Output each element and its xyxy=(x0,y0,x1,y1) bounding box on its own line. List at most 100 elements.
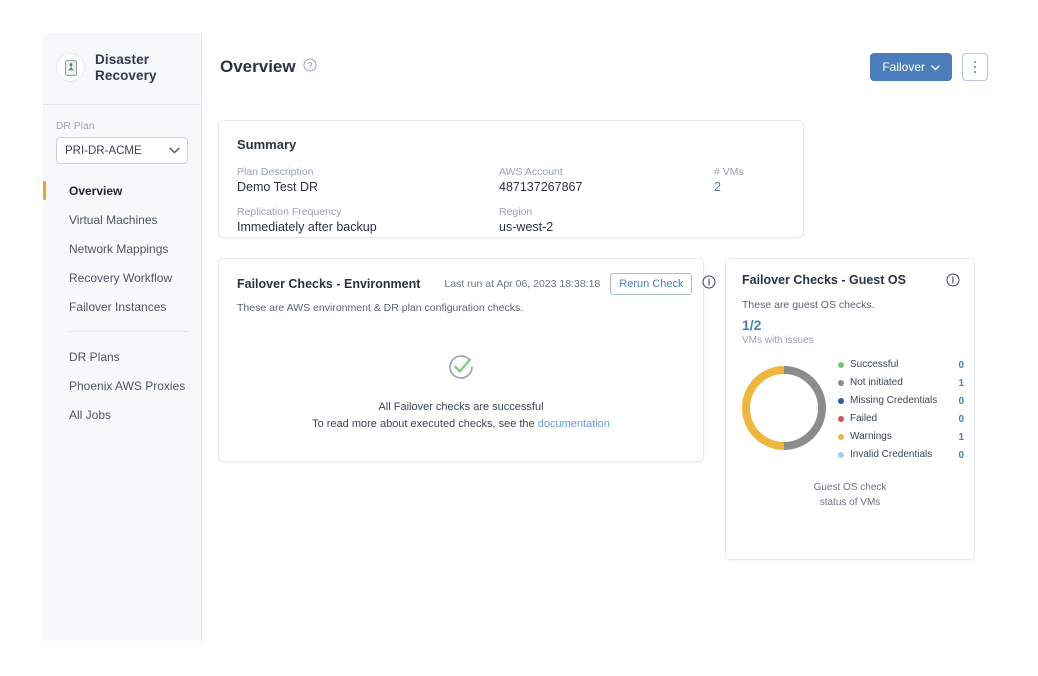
legend-item-failed[interactable]: Failed 0 xyxy=(838,410,964,428)
sidebar-item-label: Virtual Machines xyxy=(69,212,158,227)
legend-item-not-initiated[interactable]: Not initiated 1 xyxy=(838,374,964,392)
drplan-select[interactable]: PRI-DR-ACME xyxy=(56,137,188,164)
summary-field-value: Demo Test DR xyxy=(237,180,319,194)
guest-chart-row: Successful 0 Not initiated 1 Missing Cre… xyxy=(726,346,974,464)
brand-title-line2: Recovery xyxy=(95,67,157,83)
guest-card-header: Failover Checks - Guest OS xyxy=(726,259,974,292)
chevron-down-icon xyxy=(169,145,180,157)
summary-field-replication-frequency: Replication Frequency Immediately after … xyxy=(237,206,499,234)
info-circle-icon[interactable] xyxy=(946,273,960,292)
summary-field-value: us-west-2 xyxy=(499,220,554,234)
sidebar-item-label: All Jobs xyxy=(69,407,112,422)
legend-value: 0 xyxy=(958,395,964,407)
guest-card-subtitle: These are guest OS checks. xyxy=(742,299,875,311)
legend-value: 1 xyxy=(958,431,964,443)
env-status-line1: All Failover checks are successful xyxy=(378,401,544,413)
summary-field-value: 487137267867 xyxy=(499,180,583,194)
sidebar-item-label: Network Mappings xyxy=(69,241,169,256)
env-status-line2-text: To read more about executed checks, see … xyxy=(312,417,535,430)
summary-field-label: AWS Account xyxy=(499,166,563,178)
env-card-subtitle: These are AWS environment & DR plan conf… xyxy=(237,302,524,314)
guest-vms-with-issues-label: VMs with issues xyxy=(742,335,814,346)
legend-dot-icon xyxy=(838,434,844,440)
legend-label: Not initiated xyxy=(850,377,903,389)
legend-label: Missing Credentials xyxy=(850,395,938,407)
legend-dot-icon xyxy=(838,398,844,404)
summary-field-aws-account: AWS Account 487137267867 xyxy=(499,166,714,194)
more-vertical-icon xyxy=(973,60,977,75)
chevron-down-icon xyxy=(931,60,940,74)
sidebar-item-virtual-machines[interactable]: Virtual Machines xyxy=(43,205,201,234)
sidebar-nav-primary: Overview Virtual Machines Network Mappin… xyxy=(43,176,201,321)
failover-button[interactable]: Failover xyxy=(870,53,952,81)
legend-item-warnings[interactable]: Warnings 1 xyxy=(838,428,964,446)
sidebar-item-label: DR Plans xyxy=(69,349,120,364)
info-circle-icon[interactable] xyxy=(702,275,716,294)
summary-field-spacer xyxy=(714,206,785,234)
sidebar: Disaster Recovery DR Plan PRI-DR-ACME Ov… xyxy=(43,33,202,641)
sidebar-item-failover-instances[interactable]: Failover Instances xyxy=(43,292,201,321)
summary-title: Summary xyxy=(237,137,297,152)
sidebar-item-label: Failover Instances xyxy=(69,299,167,314)
help-circle-icon[interactable] xyxy=(303,58,317,77)
brand-title-line1: Disaster xyxy=(95,51,150,67)
env-last-run: Last run at Apr 06, 2023 18:38:18 xyxy=(444,278,601,290)
guest-chart-caption: Guest OS check status of VMs xyxy=(726,464,974,510)
failover-checks-guest-os-card: Failover Checks - Guest OS These are gue… xyxy=(725,258,975,560)
page-header: Overview Failover xyxy=(220,47,988,87)
summary-field-label: Plan Description xyxy=(237,166,314,178)
sidebar-item-dr-plans[interactable]: DR Plans xyxy=(43,342,201,371)
drplan-selected-value: PRI-DR-ACME xyxy=(65,144,142,157)
failover-checks-environment-card: Failover Checks - Environment Last run a… xyxy=(218,258,716,462)
brand-title: Disaster Recovery xyxy=(95,52,157,84)
page-title: Overview xyxy=(220,57,296,76)
guest-os-legend: Successful 0 Not initiated 1 Missing Cre… xyxy=(838,356,964,464)
sidebar-divider xyxy=(69,331,188,332)
sidebar-item-label: Recovery Workflow xyxy=(69,270,173,285)
legend-label: Invalid Credentials xyxy=(850,449,933,461)
legend-value: 0 xyxy=(958,359,964,371)
summary-field-num-vms: # VMs 2 xyxy=(714,166,785,194)
legend-dot-icon xyxy=(838,362,844,368)
sidebar-item-phoenix-aws-proxies[interactable]: Phoenix AWS Proxies xyxy=(43,371,201,400)
summary-field-plan-description: Plan Description Demo Test DR xyxy=(237,166,499,194)
sidebar-item-overview[interactable]: Overview xyxy=(43,176,201,205)
failover-button-label: Failover xyxy=(882,60,925,74)
guest-card-title: Failover Checks - Guest OS xyxy=(742,273,906,287)
legend-dot-icon xyxy=(838,380,844,386)
brand: Disaster Recovery xyxy=(43,33,201,105)
guest-caption-line2: status of VMs xyxy=(819,497,881,508)
legend-item-successful[interactable]: Successful 0 xyxy=(838,356,964,374)
summary-card: Summary Plan Description Demo Test DR AW… xyxy=(218,120,804,238)
documentation-link[interactable]: documentation xyxy=(538,418,610,430)
summary-field-label: # VMs xyxy=(714,166,744,178)
env-card-header: Failover Checks - Environment Last run a… xyxy=(219,259,716,295)
sidebar-item-recovery-workflow[interactable]: Recovery Workflow xyxy=(43,263,201,292)
env-status-body: All Failover checks are successful To re… xyxy=(219,352,703,432)
env-status-line2: To read more about executed checks, see … xyxy=(312,416,610,433)
summary-field-label: Replication Frequency xyxy=(237,206,342,218)
summary-field-label: Region xyxy=(499,206,533,218)
summary-field-value: Immediately after backup xyxy=(237,220,377,234)
sidebar-item-all-jobs[interactable]: All Jobs xyxy=(43,400,201,429)
sidebar-item-network-mappings[interactable]: Network Mappings xyxy=(43,234,201,263)
legend-label: Successful xyxy=(850,359,899,371)
more-options-button[interactable] xyxy=(962,53,988,81)
page-title-row: Overview xyxy=(220,57,317,77)
app-root: Disaster Recovery DR Plan PRI-DR-ACME Ov… xyxy=(0,0,1038,676)
summary-field-region: Region us-west-2 xyxy=(499,206,714,234)
legend-item-invalid-credentials[interactable]: Invalid Credentials 0 xyxy=(838,446,964,464)
legend-dot-icon xyxy=(838,452,844,458)
rerun-check-button[interactable]: Rerun Check xyxy=(610,273,693,295)
sidebar-nav-secondary: DR Plans Phoenix AWS Proxies All Jobs xyxy=(43,342,201,429)
legend-label: Warnings xyxy=(850,431,892,443)
summary-field-value[interactable]: 2 xyxy=(714,180,785,194)
guest-caption-line1: Guest OS check xyxy=(813,482,887,493)
legend-item-missing-credentials[interactable]: Missing Credentials 0 xyxy=(838,392,964,410)
sidebar-item-label: Phoenix AWS Proxies xyxy=(69,378,186,393)
summary-grid: Plan Description Demo Test DR AWS Accoun… xyxy=(237,166,785,234)
guest-vms-with-issues-count: 1/2 xyxy=(742,317,762,333)
env-card-title: Failover Checks - Environment xyxy=(237,277,421,291)
check-circle-icon xyxy=(446,352,476,387)
legend-value: 0 xyxy=(958,413,964,425)
